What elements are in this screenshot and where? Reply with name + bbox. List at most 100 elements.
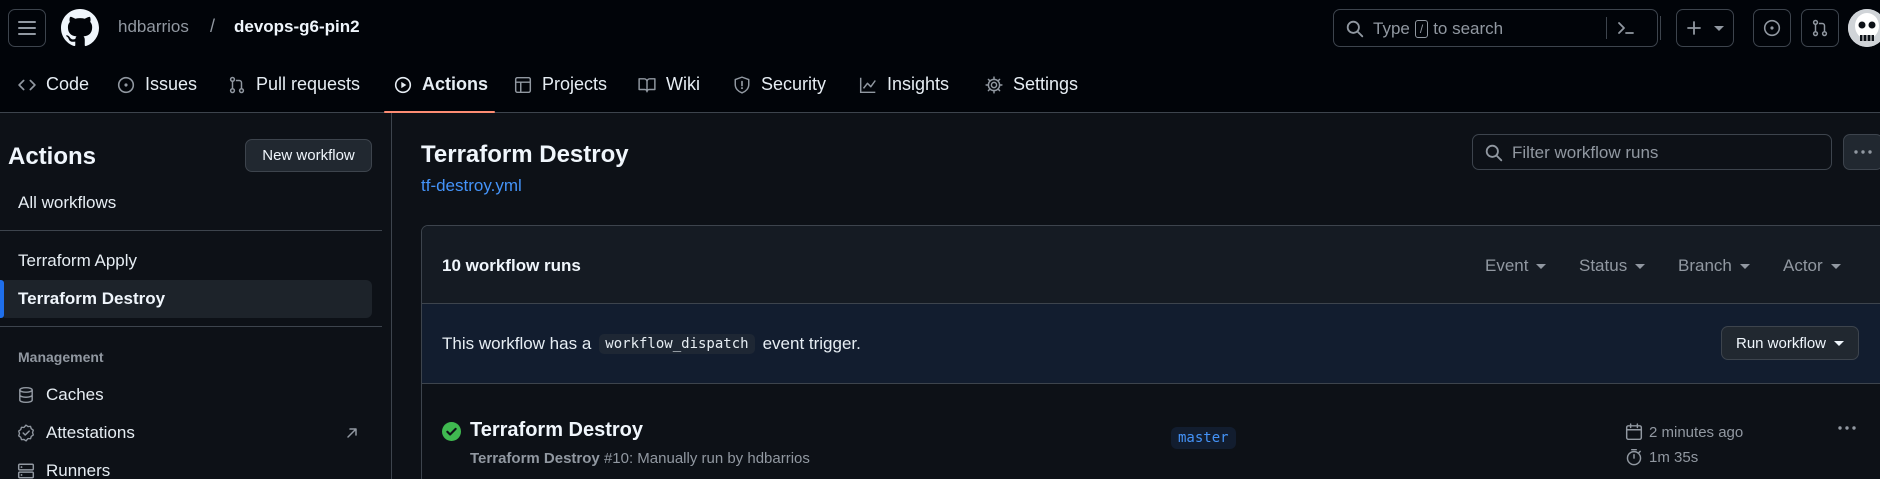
tab-label: Actions (422, 74, 489, 94)
breadcrumb-repo[interactable]: devops-g6-pin2 (234, 17, 360, 37)
gear-icon (985, 75, 1003, 94)
filter-placeholder: Filter workflow runs (1512, 143, 1659, 162)
tab-settings[interactable]: Settings (985, 56, 1078, 113)
tab-wiki[interactable]: Wiki (638, 56, 700, 113)
more-options-button[interactable] (1843, 134, 1880, 170)
filter-event[interactable]: Event (1485, 256, 1547, 276)
sidebar-divider (0, 230, 382, 231)
dispatch-text-post: event trigger. (762, 334, 861, 353)
dispatch-banner: This workflow has a workflow_dispatch ev… (422, 304, 1880, 384)
workflow-run-row[interactable]: Terraform Destroy Terraform Destroy #10:… (422, 384, 1880, 479)
active-indicator (0, 280, 4, 318)
run-detail: #10: Manually run by hdbarrios (603, 450, 810, 467)
graph-icon (859, 77, 876, 93)
run-subtitle: Terraform Destroy #10: Manually run by h… (470, 450, 810, 467)
workflow-file-link[interactable]: tf-destroy.yml (421, 176, 522, 196)
plus-icon (1687, 21, 1701, 35)
sidebar-divider (0, 326, 382, 327)
filter-label: Event (1485, 256, 1529, 275)
sidebar-item-terraform-apply[interactable]: Terraform Apply (0, 242, 372, 280)
command-palette-icon[interactable] (1616, 18, 1636, 38)
user-avatar[interactable] (1848, 9, 1880, 47)
dispatch-text-pre: This workflow has a (442, 334, 592, 353)
create-new-button[interactable] (1676, 9, 1734, 47)
global-search-input[interactable]: Type / to search (1333, 9, 1658, 47)
tab-label: Insights (887, 74, 950, 94)
calendar-icon (1625, 423, 1643, 441)
kebab-horizontal-icon[interactable] (1838, 426, 1856, 430)
run-time-ago-text: 2 minutes ago (1649, 423, 1744, 441)
run-duration: 1m 35s (1625, 448, 1698, 466)
search-prefix: Type (1373, 19, 1410, 38)
play-icon (394, 76, 412, 93)
book-icon (638, 77, 656, 92)
sidebar-item-label: Terraform Destroy (18, 289, 166, 308)
workflow-runs-panel: 10 workflow runs Event Status Branch Act… (421, 225, 1880, 479)
filter-branch[interactable]: Branch (1678, 256, 1750, 276)
pull-requests-button[interactable] (1801, 9, 1839, 47)
pull-request-icon (229, 76, 245, 93)
run-duration-text: 1m 35s (1649, 448, 1699, 466)
search-icon (1346, 20, 1364, 38)
tab-actions[interactable]: Actions (394, 56, 488, 113)
sidebar-item-label: Terraform Apply (18, 251, 138, 270)
chevron-down-icon (1830, 263, 1841, 269)
run-workflow-label: Run workflow (1735, 334, 1827, 352)
chevron-down-icon (1536, 263, 1547, 269)
tab-label: Issues (145, 74, 198, 94)
tab-insights[interactable]: Insights (859, 56, 949, 113)
chevron-down-icon (1739, 263, 1750, 269)
sidebar-item-label: Caches (46, 385, 104, 404)
code-icon (18, 79, 36, 90)
breadcrumb-separator: / (210, 16, 216, 36)
filter-label: Status (1579, 256, 1628, 275)
check-circle-icon (442, 422, 461, 441)
filter-label: Branch (1678, 256, 1732, 275)
filter-label: Actor (1783, 256, 1823, 275)
tab-label: Code (46, 74, 90, 94)
sidebar-item-label: Runners (46, 461, 111, 479)
tab-issues[interactable]: Issues (117, 56, 197, 113)
tab-label: Wiki (666, 74, 700, 94)
kebab-horizontal-icon (1854, 150, 1872, 154)
branch-badge[interactable]: master (1171, 427, 1236, 449)
tab-label: Security (761, 74, 827, 94)
breadcrumb-owner[interactable]: hdbarrios (118, 17, 189, 37)
issues-button[interactable] (1753, 9, 1791, 47)
sidebar-item-attestations[interactable]: Attestations (0, 414, 372, 452)
tab-label: Settings (1013, 74, 1079, 94)
actions-sidebar: Actions New workflow All workflows Terra… (0, 113, 392, 479)
run-title-link[interactable]: Terraform Destroy (470, 419, 643, 442)
tab-pull-requests[interactable]: Pull requests (228, 56, 360, 113)
sidebar-item-all-workflows[interactable]: All workflows (0, 184, 372, 222)
run-workflow-name: Terraform Destroy (470, 450, 600, 467)
search-placeholder: Type / to search (1373, 19, 1503, 39)
tab-label: Pull requests (256, 74, 361, 94)
filter-actor[interactable]: Actor (1783, 256, 1841, 276)
sidebar-item-terraform-destroy[interactable]: Terraform Destroy (0, 280, 372, 318)
table-icon (514, 76, 532, 93)
tab-label: Projects (542, 74, 608, 94)
dispatch-message: This workflow has a workflow_dispatch ev… (442, 334, 861, 354)
filter-status[interactable]: Status (1579, 256, 1646, 276)
run-time-ago: 2 minutes ago (1625, 423, 1743, 441)
run-workflow-button[interactable]: Run workflow (1721, 326, 1859, 360)
sidebar-item-runners[interactable]: Runners (0, 452, 372, 479)
tab-security[interactable]: Security (733, 56, 826, 113)
tab-projects[interactable]: Projects (514, 56, 607, 113)
chevron-down-icon (1635, 263, 1646, 269)
sidebar-item-label: All workflows (18, 193, 117, 212)
github-logo-icon[interactable] (61, 9, 99, 47)
menu-button[interactable] (8, 9, 46, 47)
repo-nav: Code Issues Pull requests Actions Projec… (0, 56, 1880, 113)
tab-code[interactable]: Code (18, 56, 89, 113)
search-shortcut-key: / (1414, 20, 1429, 38)
chevron-down-icon (1714, 25, 1724, 31)
filter-workflow-runs-input[interactable]: Filter workflow runs (1472, 134, 1832, 170)
external-link-icon (347, 428, 357, 438)
new-workflow-button[interactable]: New workflow (245, 139, 372, 172)
workflow-title: Terraform Destroy (421, 141, 629, 168)
global-header: hdbarrios / devops-g6-pin2 Type / to sea… (0, 0, 1880, 56)
sidebar-title: Actions (8, 143, 97, 170)
sidebar-item-caches[interactable]: Caches (0, 376, 372, 414)
